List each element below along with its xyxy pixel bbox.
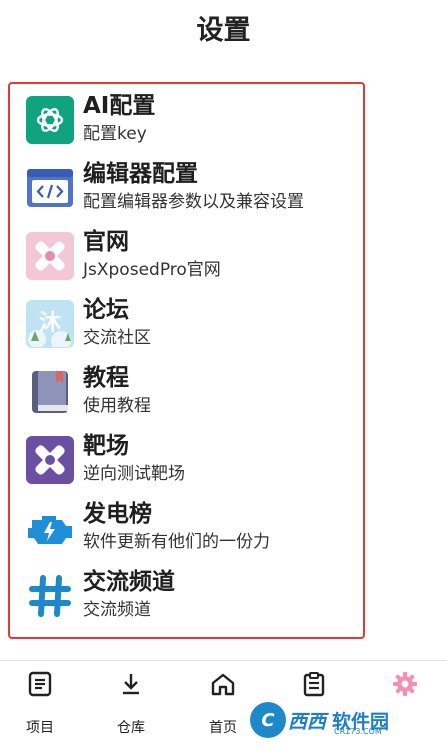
engine-icon: [26, 504, 74, 552]
nav-item-repository[interactable]: 仓库: [101, 671, 161, 737]
settings-item-ai-config[interactable]: AI配置 配置key: [26, 90, 366, 152]
nav-label: 项目: [26, 720, 54, 736]
item-title: 论坛: [83, 297, 129, 323]
item-title: 教程: [83, 365, 129, 391]
item-title: 发电榜: [83, 501, 152, 527]
svg-text:沐: 沐: [39, 311, 61, 336]
watermark-subtext: CR173.COM: [334, 727, 382, 736]
nav-item-projects[interactable]: 项目: [10, 671, 70, 737]
hashtag-icon: [26, 572, 74, 620]
watermark-text: 西西: [288, 710, 327, 733]
settings-item-editor-config[interactable]: 编辑器配置 配置编辑器参数以及兼容设置: [26, 158, 366, 220]
item-subtitle: 配置key: [83, 124, 147, 144]
home-icon: [211, 673, 235, 696]
watermark-logo-icon: C: [250, 702, 286, 738]
document-icon: [28, 671, 52, 697]
nav-label: 首页: [209, 720, 237, 736]
item-subtitle: 交流社区: [83, 328, 151, 348]
item-title: 靶场: [83, 433, 129, 459]
download-icon: [123, 674, 139, 695]
item-subtitle: 使用教程: [83, 396, 151, 416]
settings-item-website[interactable]: 官网 JsXposedPro官网: [26, 226, 366, 288]
code-editor-icon: [26, 164, 74, 212]
bandage-icon: [26, 232, 74, 280]
item-subtitle: 配置编辑器参数以及兼容设置: [83, 192, 304, 212]
item-title: 交流频道: [83, 569, 175, 595]
item-title: 官网: [83, 229, 129, 255]
settings-item-forum[interactable]: 沐 论坛 交流社区: [26, 294, 366, 356]
forum-icon: 沐: [26, 300, 74, 348]
page-title: 设置: [196, 15, 251, 46]
settings-item-sponsors[interactable]: 发电榜 软件更新有他们的一份力: [26, 498, 366, 560]
nav-label: 仓库: [117, 720, 145, 736]
gear-icon: [393, 672, 417, 696]
openai-icon: [26, 96, 74, 144]
item-subtitle: 交流频道: [83, 600, 151, 620]
bandage-purple-icon: [26, 436, 74, 484]
settings-item-tutorial[interactable]: 教程 使用教程: [26, 362, 366, 424]
item-title: 编辑器配置: [83, 161, 198, 187]
item-title: AI配置: [83, 93, 156, 119]
site-watermark: C 西西 软件园 CR173.COM: [250, 700, 440, 740]
item-subtitle: 逆向测试靶场: [83, 464, 185, 484]
item-subtitle: 软件更新有他们的一份力: [83, 532, 270, 552]
nav-item-home[interactable]: 首页: [193, 671, 253, 737]
clipboard-icon: [303, 672, 325, 697]
settings-item-channel[interactable]: 交流频道 交流频道: [26, 566, 366, 628]
item-subtitle: JsXposedPro官网: [83, 260, 221, 280]
settings-item-range[interactable]: 靶场 逆向测试靶场: [26, 430, 366, 492]
book-icon: [26, 368, 74, 416]
